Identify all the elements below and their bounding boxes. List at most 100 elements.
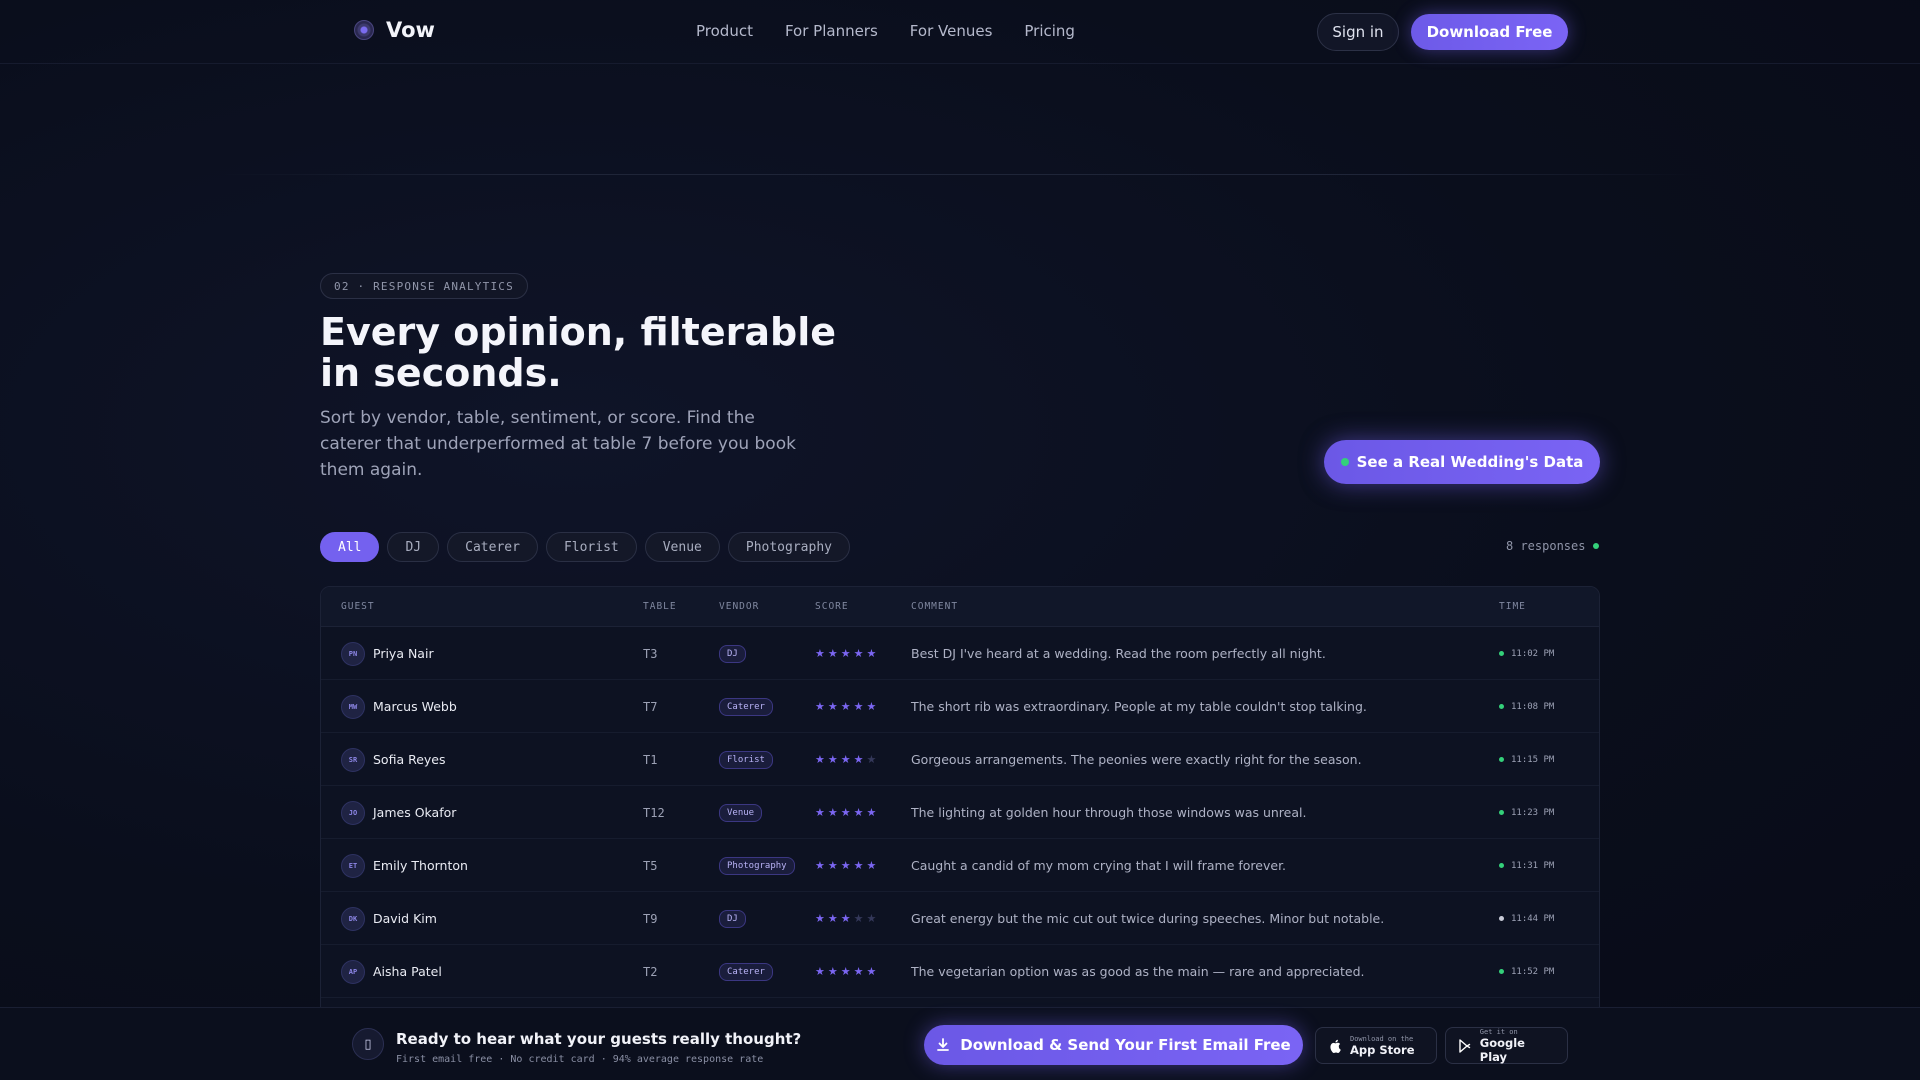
star-icon: ★ — [840, 806, 854, 819]
google-play-big-text: Google Play — [1479, 1035, 1525, 1064]
column-header-score[interactable]: SCORE — [815, 601, 849, 612]
guest-name: David Kim — [373, 911, 437, 926]
status-dot-icon — [1499, 757, 1504, 762]
table-number: T5 — [643, 858, 658, 873]
column-header-table[interactable]: TABLE — [643, 601, 677, 612]
vendor-badge: Caterer — [719, 697, 773, 716]
avatar: MW — [341, 694, 365, 719]
table-row[interactable]: MW Marcus Webb T7 Caterer ★ ★ ★ ★ ★ The short rib… — [321, 680, 1599, 733]
time-text: 11:23 PM — [1511, 807, 1555, 818]
star-icon: ★ — [853, 806, 867, 819]
avatar: DK — [341, 906, 365, 931]
vendor-cell: Caterer — [719, 680, 773, 733]
filter-chip-dj[interactable]: DJ — [387, 532, 440, 562]
see-real-data-button[interactable]: See a Real Wedding's Data — [1324, 440, 1600, 484]
status-dot-icon — [1499, 969, 1504, 974]
table-row[interactable]: SR Sofia Reyes T1 Florist ★ ★ ★ ★ ★ Gorgeous arra… — [321, 733, 1599, 786]
live-dot-icon — [1593, 543, 1600, 549]
table-row[interactable]: AP Aisha Patel T2 Caterer ★ ★ ★ ★ ★ The vegetaria… — [321, 945, 1599, 998]
nav-link-product[interactable]: Product — [696, 22, 753, 40]
comment-text: Caught a candid of my mom crying that I … — [911, 858, 1287, 873]
vendor-cell: Photography — [719, 839, 795, 892]
star-icon: ★ — [866, 965, 880, 978]
vendor-filter-chips: All DJ Caterer Florist Venue Photography — [320, 532, 850, 562]
nav-link-pricing[interactable]: Pricing — [1024, 22, 1075, 40]
vendor-badge: Venue — [719, 803, 763, 822]
status-dot-icon — [1499, 704, 1504, 709]
time-text: 11:02 PM — [1511, 648, 1555, 659]
table-row[interactable]: PN Priya Nair T3 DJ ★ ★ ★ ★ ★ Best DJ I've heard … — [321, 627, 1599, 680]
star-icon: ★ — [853, 965, 867, 978]
guest-cell: PN Priya Nair — [341, 627, 434, 680]
app-store-button[interactable]: Download on the App Store — [1315, 1027, 1437, 1064]
star-icon: ★ — [866, 700, 880, 713]
vendor-cell: Venue — [719, 786, 763, 839]
comment-text: Gorgeous arrangements. The peonies were … — [911, 752, 1362, 767]
column-header-comment[interactable]: COMMENT — [911, 601, 958, 612]
star-icon: ★ — [840, 912, 854, 925]
table-row[interactable]: DK David Kim T9 DJ ★ ★ ★ ★ ★ Great energy but the… — [321, 892, 1599, 945]
app-store-big-text: App Store — [1350, 1042, 1415, 1057]
vendor-badge: Photography — [719, 856, 795, 875]
guest-cell: MW Marcus Webb — [341, 680, 457, 733]
download-send-email-button[interactable]: Download & Send Your First Email Free — [924, 1025, 1303, 1065]
google-play-button[interactable]: Get it on Google Play — [1445, 1027, 1568, 1064]
responses-table: GUEST TABLE VENDOR SCORE COMMENT TIME PN… — [320, 586, 1600, 1026]
apple-icon — [1328, 1039, 1342, 1053]
filter-chip-venue[interactable]: Venue — [644, 532, 720, 562]
star-icon: ★ — [827, 965, 841, 978]
responses-count-label: 8 responses — [1506, 539, 1586, 553]
score-stars: ★ ★ ★ ★ ★ — [815, 945, 879, 998]
table-number: T1 — [643, 752, 658, 767]
brand-logo[interactable]: Vow — [354, 18, 435, 42]
guest-name: Marcus Webb — [373, 699, 457, 714]
guest-cell: ET Emily Thornton — [341, 839, 468, 892]
guest-cell: AP Aisha Patel — [341, 945, 442, 998]
star-icon: ★ — [815, 912, 828, 925]
nav-link-for-planners[interactable]: For Planners — [785, 22, 878, 40]
time-cell: 11:44 PM — [1499, 892, 1554, 945]
column-header-time[interactable]: TIME — [1499, 601, 1526, 612]
star-icon: ★ — [815, 753, 828, 766]
score-stars: ★ ★ ★ ★ ★ — [815, 892, 879, 945]
sign-in-button[interactable]: Sign in — [1317, 13, 1399, 51]
star-icon: ★ — [815, 647, 828, 660]
guest-cell: SR Sofia Reyes — [341, 733, 446, 786]
score-stars: ★ ★ ★ ★ ★ — [815, 680, 879, 733]
table-number: T12 — [643, 805, 665, 820]
star-icon: ★ — [866, 806, 880, 819]
star-icon: ★ — [853, 753, 867, 766]
download-free-button[interactable]: Download Free — [1411, 14, 1568, 50]
status-dot-icon — [1499, 863, 1504, 868]
column-header-vendor[interactable]: VENDOR — [719, 601, 759, 612]
nav-link-for-venues[interactable]: For Venues — [910, 22, 993, 40]
star-icon: ★ — [815, 965, 828, 978]
download-icon — [937, 1038, 950, 1051]
guest-cell: DK David Kim — [341, 892, 437, 945]
filter-chip-caterer[interactable]: Caterer — [447, 532, 538, 562]
status-dot-icon — [1499, 916, 1504, 921]
see-real-data-label: See a Real Wedding's Data — [1356, 453, 1584, 471]
time-text: 11:15 PM — [1511, 754, 1555, 765]
filter-chip-all[interactable]: All — [320, 532, 380, 562]
bottom-cta-bar: ▯ Ready to hear what your guests really … — [0, 1007, 1920, 1080]
table-body: PN Priya Nair T3 DJ ★ ★ ★ ★ ★ Best DJ I've heard … — [321, 627, 1599, 998]
score-stars: ★ ★ ★ ★ ★ — [815, 786, 879, 839]
section-eyebrow: 02 · RESPONSE ANALYTICS — [320, 273, 528, 299]
table-row[interactable]: JO James Okafor T12 Venue ★ ★ ★ ★ ★ The lighting … — [321, 786, 1599, 839]
page-title: Every opinion, filterable in seconds. — [320, 310, 836, 395]
comment-text: Best DJ I've heard at a wedding. Read th… — [911, 646, 1326, 661]
app-store-small-text: Download on the — [1350, 1034, 1414, 1043]
score-stars: ★ ★ ★ ★ ★ — [815, 839, 879, 892]
filter-chip-photography[interactable]: Photography — [727, 532, 850, 562]
guest-name: Aisha Patel — [373, 964, 442, 979]
comment-text: The lighting at golden hour through thos… — [911, 805, 1307, 820]
time-cell: 11:02 PM — [1499, 627, 1554, 680]
comment-text: Great energy but the mic cut out twice d… — [911, 911, 1385, 926]
star-icon: ★ — [840, 647, 854, 660]
column-header-guest[interactable]: GUEST — [341, 601, 375, 612]
guest-name: James Okafor — [373, 805, 457, 820]
vendor-badge: DJ — [719, 909, 746, 928]
table-row[interactable]: ET Emily Thornton T5 Photography ★ ★ ★ ★ ★ Caught… — [321, 839, 1599, 892]
filter-chip-florist[interactable]: Florist — [545, 532, 637, 562]
